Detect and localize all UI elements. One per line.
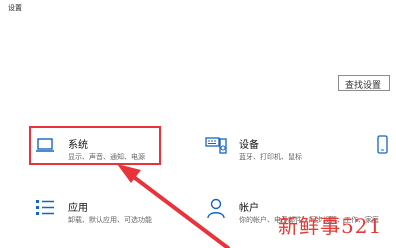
search-input[interactable]: 查找设置	[338, 75, 390, 91]
person-icon	[207, 198, 225, 219]
tile-apps-desc: 卸载、默认应用、可选功能	[68, 216, 152, 224]
window-title: 设置	[8, 4, 22, 12]
tile-apps-name: 应用	[68, 203, 88, 214]
phone-icon	[377, 135, 388, 154]
search-placeholder: 查找设置	[345, 81, 382, 91]
tile-devices-desc: 蓝牙、打印机、鼠标	[239, 153, 302, 161]
watermark: 新鲜事521	[278, 214, 383, 238]
tile-accounts-name: 帐户	[239, 203, 259, 214]
keyboard-speaker-icon	[205, 137, 227, 154]
apps-list-icon	[36, 200, 54, 215]
tile-devices[interactable]: 设备 蓝牙、打印机、鼠标	[205, 134, 355, 172]
highlight-box	[29, 126, 161, 165]
tile-phone[interactable]	[375, 134, 396, 172]
tile-apps[interactable]: 应用 卸载、默认应用、可选功能	[34, 197, 164, 235]
tile-devices-name: 设备	[239, 140, 259, 151]
